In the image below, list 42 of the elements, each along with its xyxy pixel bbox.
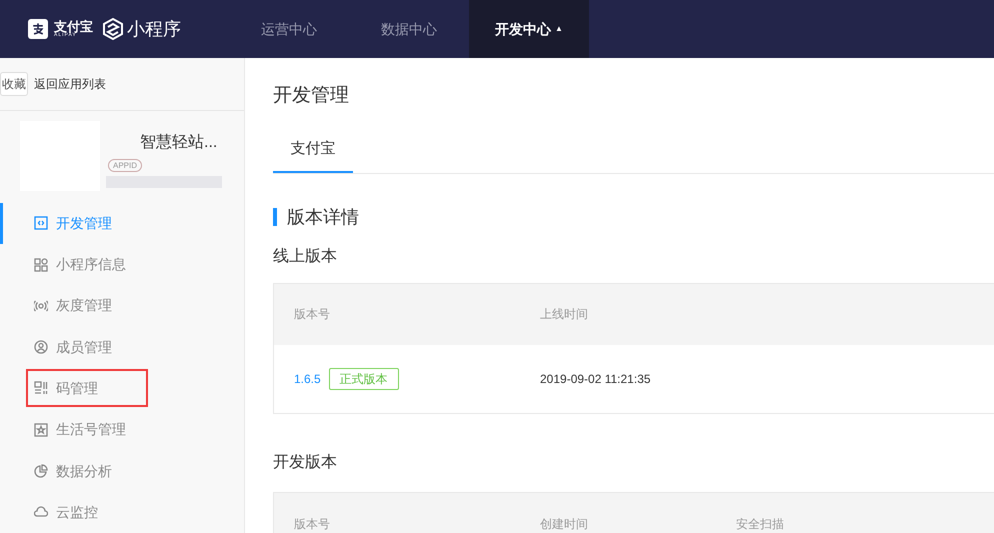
sidebar-item[interactable]: 码管理 (0, 368, 244, 410)
qr-code-icon (34, 381, 48, 396)
page-title: 开发管理 (273, 84, 350, 108)
column-header: 安全扫描 (736, 516, 785, 532)
appid-badge: APPID (108, 158, 142, 172)
sidebar-item[interactable]: 成员管理 (0, 326, 244, 368)
dev-version-title: 开发版本 (273, 452, 338, 472)
signal-icon (34, 298, 48, 313)
column-header: 版本号 (294, 306, 331, 323)
alipay-brand: 支付宝 (54, 20, 93, 33)
sidebar-item[interactable]: 开发管理 (0, 202, 244, 244)
star-frame-icon (34, 422, 48, 437)
version-link[interactable]: 1.6.5 (294, 370, 321, 388)
caret-icon: ▲ (555, 23, 563, 35)
back-link[interactable]: 返回应用列表 (34, 74, 106, 93)
column-header: 版本号 (294, 516, 331, 532)
column-header: 上线时间 (540, 306, 589, 323)
nav-tab[interactable]: 数据中心 (349, 0, 469, 58)
section-title: 版本详情 (287, 206, 359, 228)
section-marker (273, 208, 277, 226)
user-icon (34, 340, 48, 354)
table-cell-text: 2019-09-02 11:21:35 (540, 370, 651, 388)
nav-tab[interactable]: 运营中心 (229, 0, 349, 58)
grid-icon (34, 258, 48, 272)
tab[interactable]: 支付宝 (273, 138, 353, 172)
sidebar-item[interactable]: 数据分析 (0, 450, 244, 492)
pie-chart-icon (34, 464, 48, 478)
sidebar-item[interactable]: 灰度管理 (0, 285, 244, 327)
code-icon (34, 216, 48, 230)
release-tag: 正式版本 (328, 368, 399, 390)
hexagon-logo-icon (103, 18, 123, 40)
sidebar-item[interactable]: 小程序信息 (0, 244, 244, 286)
cloud-icon (34, 505, 48, 520)
product-name: 小程序 (127, 18, 181, 40)
app-name: 智慧轻站... (139, 132, 218, 153)
alipay-logo-icon (28, 19, 48, 39)
favorite-button[interactable]: 收藏 (0, 72, 28, 96)
nav-tab[interactable]: 开发中心 ▲ (469, 0, 589, 58)
sidebar-item[interactable]: 云监控 (0, 492, 244, 533)
column-header: 创建时间 (540, 516, 589, 532)
sidebar-item[interactable]: 生活号管理 (0, 409, 244, 450)
online-version-title: 线上版本 (273, 246, 338, 266)
